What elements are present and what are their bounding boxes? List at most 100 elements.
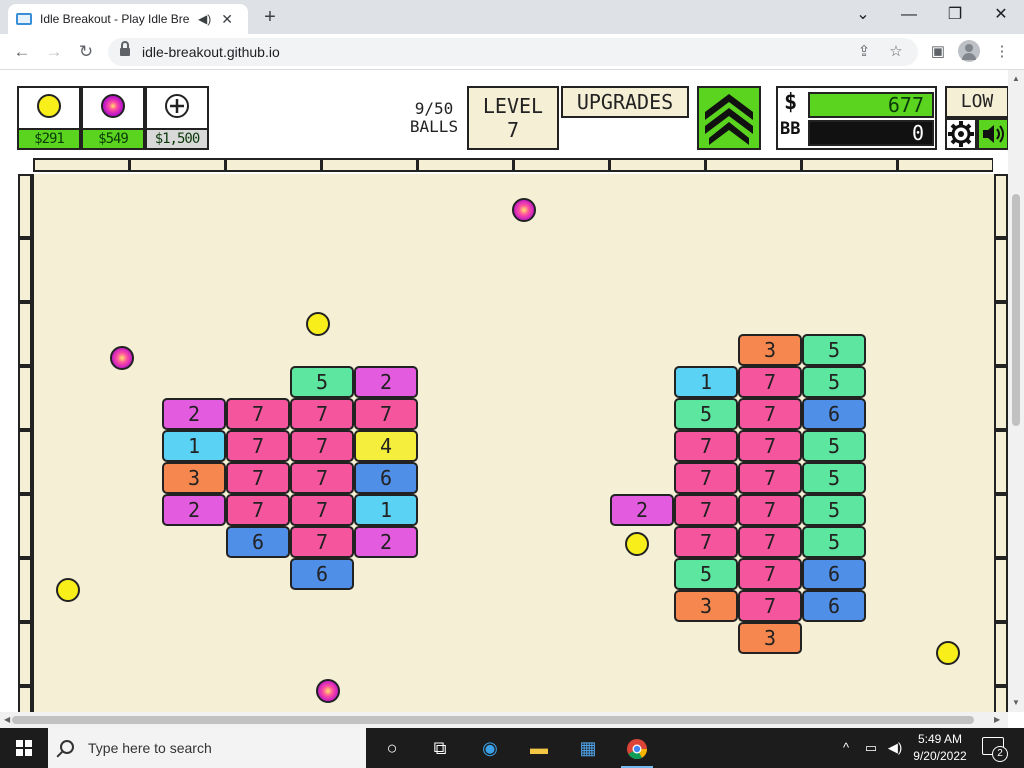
brick[interactable]: 2 bbox=[354, 366, 418, 398]
brick[interactable]: 5 bbox=[802, 494, 866, 526]
brick[interactable]: 4 bbox=[354, 430, 418, 462]
brick[interactable]: 6 bbox=[802, 590, 866, 622]
network-icon[interactable]: ▭ bbox=[860, 728, 882, 768]
brick[interactable]: 7 bbox=[738, 558, 802, 590]
brick[interactable]: 5 bbox=[802, 366, 866, 398]
brick[interactable]: 3 bbox=[674, 590, 738, 622]
restore-button[interactable]: ❐ bbox=[932, 0, 978, 30]
brick[interactable]: 7 bbox=[674, 526, 738, 558]
brick[interactable]: 1 bbox=[674, 366, 738, 398]
brick[interactable]: 7 bbox=[226, 430, 290, 462]
minimize-button[interactable]: — bbox=[886, 0, 932, 30]
brick[interactable]: 7 bbox=[290, 494, 354, 526]
share-icon[interactable]: ⇪ bbox=[854, 42, 874, 62]
brick[interactable]: 1 bbox=[162, 430, 226, 462]
brick[interactable]: 5 bbox=[290, 366, 354, 398]
cortana-icon[interactable]: ○ bbox=[368, 728, 416, 768]
side-panel-icon[interactable]: ▣ bbox=[924, 38, 952, 66]
brick[interactable]: 7 bbox=[674, 494, 738, 526]
brick[interactable]: 6 bbox=[802, 398, 866, 430]
brick[interactable]: 3 bbox=[738, 622, 802, 654]
file-explorer-icon[interactable]: ▬ bbox=[515, 728, 563, 768]
brick[interactable]: 5 bbox=[802, 334, 866, 366]
brick[interactable]: 7 bbox=[738, 398, 802, 430]
brick[interactable]: 2 bbox=[354, 526, 418, 558]
forward-arrow-icon[interactable]: → bbox=[40, 38, 68, 66]
brick[interactable]: 2 bbox=[162, 398, 226, 430]
reload-icon[interactable]: ↻ bbox=[72, 38, 100, 66]
star-icon[interactable]: ☆ bbox=[886, 42, 906, 62]
horizontal-scrollbar[interactable]: ◀ ▶ bbox=[0, 712, 1008, 728]
brick[interactable]: 7 bbox=[226, 462, 290, 494]
brick[interactable]: 7 bbox=[674, 430, 738, 462]
new-tab-button[interactable]: + bbox=[258, 4, 282, 30]
sound-toggle-button[interactable] bbox=[977, 118, 1009, 150]
brick[interactable]: 6 bbox=[802, 558, 866, 590]
brick[interactable]: 2 bbox=[162, 494, 226, 526]
brick[interactable]: 7 bbox=[674, 462, 738, 494]
store-icon[interactable]: ▦ bbox=[564, 728, 612, 768]
quality-low-button[interactable]: LOW bbox=[945, 86, 1009, 118]
scroll-left-icon[interactable]: ◀ bbox=[4, 715, 10, 724]
vertical-scroll-thumb[interactable] bbox=[1012, 194, 1020, 426]
buy-add-ball-button[interactable]: $1,500 bbox=[145, 86, 209, 150]
upgrades-button[interactable]: UPGRADES bbox=[561, 86, 689, 118]
playfield[interactable]: 5227771774377627716726351755767757752775… bbox=[32, 174, 996, 728]
brick[interactable]: 5 bbox=[674, 398, 738, 430]
tab-search-icon[interactable]: ⌄ bbox=[840, 0, 886, 30]
brick[interactable]: 5 bbox=[802, 462, 866, 494]
brick[interactable]: 6 bbox=[354, 462, 418, 494]
brick[interactable]: 7 bbox=[290, 430, 354, 462]
prestige-button[interactable] bbox=[697, 86, 761, 150]
chevron-up-icon[interactable]: ^ bbox=[836, 728, 856, 768]
brick[interactable]: 7 bbox=[290, 462, 354, 494]
brick[interactable]: 7 bbox=[738, 366, 802, 398]
brick[interactable]: 5 bbox=[674, 558, 738, 590]
buy-basic-ball-button[interactable]: $291 bbox=[17, 86, 81, 150]
back-arrow-icon[interactable]: ← bbox=[8, 38, 36, 66]
wall-segment bbox=[18, 622, 32, 686]
settings-button[interactable] bbox=[945, 118, 977, 150]
brick[interactable]: 5 bbox=[802, 526, 866, 558]
brick[interactable]: 7 bbox=[226, 398, 290, 430]
brick[interactable]: 1 bbox=[354, 494, 418, 526]
speaker-icon[interactable]: ◀) bbox=[198, 12, 211, 26]
buy-plasma-ball-button[interactable]: $549 bbox=[81, 86, 145, 150]
scroll-up-icon[interactable]: ▲ bbox=[1012, 74, 1020, 83]
brick[interactable]: 7 bbox=[738, 462, 802, 494]
edge-icon[interactable]: ◉ bbox=[466, 728, 514, 768]
scroll-right-icon[interactable]: ▶ bbox=[994, 715, 1000, 724]
chrome-icon[interactable] bbox=[613, 728, 661, 768]
brick[interactable]: 6 bbox=[226, 526, 290, 558]
brick[interactable]: 7 bbox=[738, 526, 802, 558]
close-tab-icon[interactable]: ✕ bbox=[221, 11, 233, 28]
taskbar-search[interactable]: Type here to search bbox=[48, 728, 366, 768]
brick[interactable]: 7 bbox=[290, 398, 354, 430]
vertical-scrollbar[interactable]: ▲ ▼ bbox=[1008, 70, 1024, 712]
browser-tab[interactable]: Idle Breakout - Play Idle Breakout ◀) ✕ bbox=[8, 4, 248, 34]
wall-segment bbox=[994, 494, 1008, 558]
task-view-icon[interactable]: ⧉ bbox=[416, 728, 464, 768]
brick[interactable]: 2 bbox=[610, 494, 674, 526]
brick[interactable]: 7 bbox=[738, 590, 802, 622]
system-clock[interactable]: 5:49 AM 9/20/2022 bbox=[912, 731, 968, 765]
volume-icon[interactable]: ◀) bbox=[884, 728, 906, 768]
profile-icon[interactable] bbox=[958, 40, 980, 62]
brick[interactable]: 7 bbox=[738, 430, 802, 462]
menu-dots-icon[interactable]: ⋮ bbox=[988, 38, 1016, 66]
brick[interactable]: 7 bbox=[226, 494, 290, 526]
brick[interactable]: 7 bbox=[354, 398, 418, 430]
brick[interactable]: 7 bbox=[290, 526, 354, 558]
scroll-down-icon[interactable]: ▼ bbox=[1012, 698, 1020, 707]
lock-icon[interactable] bbox=[120, 41, 130, 57]
start-button[interactable] bbox=[0, 728, 48, 768]
brick[interactable]: 5 bbox=[802, 430, 866, 462]
brick[interactable]: 3 bbox=[738, 334, 802, 366]
brick[interactable]: 6 bbox=[290, 558, 354, 590]
address-bar[interactable]: idle-breakout.github.io ⇪ ☆ bbox=[108, 38, 918, 66]
brick[interactable]: 7 bbox=[738, 494, 802, 526]
horizontal-scroll-thumb[interactable] bbox=[12, 716, 974, 724]
brick[interactable]: 3 bbox=[162, 462, 226, 494]
close-window-button[interactable]: ✕ bbox=[978, 0, 1024, 30]
dollar-symbol: $ bbox=[784, 90, 798, 115]
